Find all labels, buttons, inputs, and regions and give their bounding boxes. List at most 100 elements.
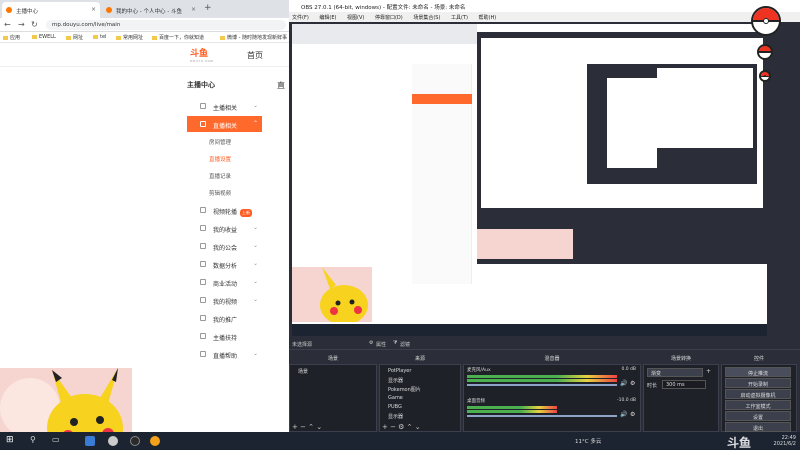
sidebar-item-videos[interactable]: 我的视频 ⌄ bbox=[187, 292, 262, 308]
exit-button[interactable]: 退出 bbox=[725, 422, 791, 432]
gear-icon[interactable]: ⚙ bbox=[630, 380, 635, 387]
chrome-icon[interactable] bbox=[150, 436, 160, 446]
forward-icon[interactable]: → bbox=[18, 20, 25, 29]
menu-item[interactable]: 停靠窗口(D) bbox=[375, 15, 403, 21]
chevron-down-icon: ⌄ bbox=[252, 260, 258, 267]
chevron-down-icon: ⌄ bbox=[252, 242, 258, 249]
sidebar-sub-live-settings[interactable]: 直播设置 bbox=[187, 150, 262, 166]
bookmark-item[interactable]: 应用 bbox=[3, 34, 20, 41]
bookmark-item[interactable]: EWELL bbox=[32, 34, 56, 40]
controls-dock: 控件 停止推流 开始录制 启动虚拟摄像机 工作室模式 设置 退出 bbox=[721, 352, 797, 432]
nav-home-link[interactable]: 首页 bbox=[247, 50, 263, 61]
douyu-logo[interactable]: 斗鱼 DOUYU.COM bbox=[190, 46, 226, 64]
sidebar-sub-records[interactable]: 直播记录 bbox=[187, 167, 262, 183]
sidebar-item-help[interactable]: 直播帮助 ⌄ bbox=[187, 346, 262, 362]
file-explorer-icon[interactable] bbox=[85, 436, 95, 446]
obs-docks: 未选择源 ⚙ 属性 ⧩ 滤镜 场景 场景 + − ⌃ ⌄ 来源 PotPlaye… bbox=[289, 338, 800, 432]
obs-menu-bar: 文件(F) 编辑(E) 视图(V) 停靠窗口(D) 场景集合(S) 工具(T) … bbox=[289, 12, 800, 22]
bookmarks-bar: 应用 EWELL 网址 tel 常用网址 百度一下，你就知道 微博 - 随时随地… bbox=[0, 32, 292, 43]
new-tab-icon[interactable]: + bbox=[204, 3, 212, 13]
source-item[interactable]: Game bbox=[382, 394, 458, 403]
weather-text[interactable]: 11°C 多云 bbox=[575, 437, 601, 445]
studio-mode-button[interactable]: 工作室模式 bbox=[725, 400, 791, 410]
address-bar: ← → ↻ mp.douyu.com/live/main bbox=[0, 18, 292, 32]
audio-meter bbox=[467, 406, 557, 409]
menu-item[interactable]: 编辑(E) bbox=[319, 15, 336, 21]
bookmark-item[interactable]: tel bbox=[93, 34, 106, 40]
gear-icon[interactable]: ⚙ bbox=[369, 340, 373, 346]
sidebar-item-support[interactable]: 主播扶持 bbox=[187, 328, 262, 344]
sidebar-item-business[interactable]: 商业活动 ⌄ bbox=[187, 274, 262, 290]
reload-icon[interactable]: ↻ bbox=[31, 20, 38, 29]
bookmark-item[interactable]: 网址 bbox=[66, 34, 83, 41]
obs-studio-icon[interactable] bbox=[130, 436, 140, 446]
windows-taskbar: ⊞ ⚲ ▭ 11°C 多云 斗鱼 22:49 2021/6/2 bbox=[0, 432, 800, 450]
properties-button[interactable]: 属性 bbox=[376, 341, 386, 348]
scenes-dock-title: 场景 bbox=[290, 352, 376, 364]
speaker-icon[interactable]: 🔊 bbox=[620, 380, 627, 387]
transition-select[interactable]: 渐变 bbox=[647, 368, 703, 377]
url-input[interactable]: mp.douyu.com/live/main bbox=[46, 20, 286, 30]
bookmark-item[interactable]: 百度一下，你就知道 bbox=[152, 34, 204, 41]
tab-personal-center[interactable]: 我的中心 - 个人中心 - 斗鱼 × bbox=[102, 2, 200, 18]
menu-item[interactable]: 帮助(H) bbox=[479, 15, 497, 21]
close-icon[interactable]: × bbox=[191, 6, 196, 13]
close-icon[interactable]: × bbox=[91, 6, 96, 13]
taskbar-clock[interactable]: 22:49 2021/6/2 bbox=[774, 435, 796, 447]
menu-item[interactable]: 场景集合(S) bbox=[413, 15, 440, 21]
volume-slider[interactable] bbox=[467, 415, 617, 417]
sidebar-item-guild[interactable]: 我的公会 ⌄ bbox=[187, 238, 262, 254]
virtual-camera-button[interactable]: 启动虚拟摄像机 bbox=[725, 389, 791, 399]
transitions-dock-title: 场景转换 bbox=[644, 352, 718, 364]
new-badge: 上新 bbox=[240, 209, 253, 217]
filters-button[interactable]: 滤镜 bbox=[400, 341, 410, 348]
task-view-icon[interactable]: ▭ bbox=[52, 435, 60, 444]
speaker-icon[interactable]: 🔊 bbox=[620, 411, 627, 418]
sidebar-item-live[interactable]: 直播相关 ⌃ bbox=[187, 116, 262, 132]
sidebar-item-income[interactable]: 我的收益 ⌄ bbox=[187, 220, 262, 236]
menu-item[interactable]: 工具(T) bbox=[451, 15, 468, 21]
preview-pikachu-small bbox=[477, 229, 573, 259]
sidebar-item-data[interactable]: 数据分析 ⌄ bbox=[187, 256, 262, 272]
settings-button[interactable]: 设置 bbox=[725, 411, 791, 421]
volume-slider[interactable] bbox=[467, 384, 617, 386]
add-transition-icon[interactable]: + bbox=[706, 368, 711, 375]
windows-start-icon[interactable]: ⊞ bbox=[6, 435, 14, 445]
sidebar-item-carousel[interactable]: 视频轮播 上新 bbox=[187, 202, 262, 218]
audio-meter bbox=[467, 379, 617, 382]
sidebar-item-promo[interactable]: 我的推广 bbox=[187, 310, 262, 326]
start-recording-button[interactable]: 开始录制 bbox=[725, 378, 791, 388]
stop-streaming-button[interactable]: 停止推流 bbox=[725, 367, 791, 377]
chevron-up-icon: ⌃ bbox=[252, 120, 258, 127]
source-item[interactable]: PUBG bbox=[382, 403, 458, 412]
menu-item[interactable]: 视图(V) bbox=[347, 15, 364, 21]
obs-source-toolbar: 未选择源 ⚙ 属性 ⧩ 滤镜 bbox=[289, 338, 800, 350]
search-icon[interactable]: ⚲ bbox=[30, 435, 36, 444]
source-item[interactable]: 显示器 bbox=[382, 376, 458, 385]
add-scene-icon[interactable]: + − ⌃ ⌄ bbox=[292, 423, 322, 431]
bookmark-item[interactable]: 常用网址 bbox=[116, 34, 143, 41]
audio-meter bbox=[467, 410, 557, 413]
source-item[interactable]: Pokemon图片 bbox=[382, 385, 458, 394]
source-item[interactable]: 显示器 bbox=[382, 412, 458, 421]
add-source-icon[interactable]: + − ⚙ ⌃ ⌄ bbox=[382, 423, 421, 431]
obs-preview[interactable] bbox=[292, 24, 767, 336]
duration-input[interactable]: 300 ms bbox=[662, 380, 706, 389]
obs-icon[interactable] bbox=[108, 436, 118, 446]
bookmark-item[interactable]: 微博 - 随时随地发现新鲜事 bbox=[220, 34, 287, 41]
folder-icon bbox=[3, 35, 8, 40]
obs-window: OBS 27.0.1 (64-bit, windows) - 配置文件: 未命名… bbox=[289, 0, 800, 432]
transitions-dock: 场景转换 渐变 + 时长 300 ms bbox=[643, 352, 719, 432]
scene-item[interactable]: 场景 bbox=[292, 367, 376, 376]
sidebar-title: 主播中心 bbox=[187, 81, 215, 89]
back-icon[interactable]: ← bbox=[4, 20, 11, 29]
browser-tab-strip: 主播中心 × 我的中心 - 个人中心 - 斗鱼 × + bbox=[0, 0, 292, 18]
sidebar-sub-clips[interactable]: 剪辑视频 bbox=[187, 184, 262, 200]
gear-icon[interactable]: ⚙ bbox=[630, 411, 635, 418]
filter-icon[interactable]: ⧩ bbox=[393, 340, 397, 346]
tab-anchor-center[interactable]: 主播中心 × bbox=[2, 2, 100, 18]
source-item[interactable]: PotPlayer bbox=[382, 367, 458, 376]
sidebar-sub-room[interactable]: 房间管理 bbox=[187, 133, 262, 149]
menu-item[interactable]: 文件(F) bbox=[292, 15, 309, 21]
sidebar-item-anchor[interactable]: 主播相关 ⌄ bbox=[187, 98, 262, 114]
